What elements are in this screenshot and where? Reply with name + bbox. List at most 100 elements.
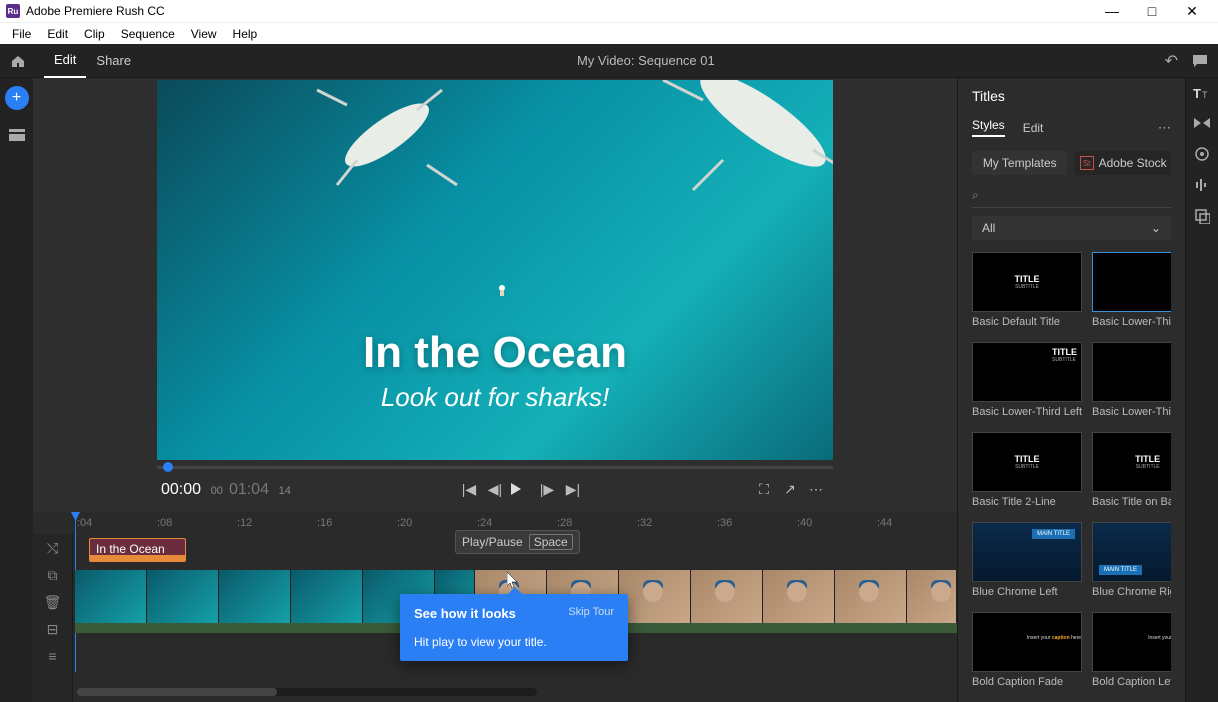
template-card[interactable]: MAIN TITLEBlue Chrome Left	[972, 522, 1082, 602]
stock-icon: St	[1080, 156, 1094, 170]
search-icon: ⌕	[972, 188, 979, 203]
tooltip-shortcut: Space	[529, 534, 573, 550]
template-label: Basic Title on Backg...	[1092, 496, 1171, 508]
template-label: Basic Lower-Third Left	[972, 406, 1082, 418]
app-name: Adobe Premiere Rush CC	[26, 4, 165, 18]
template-label: Bold Caption Fade	[972, 676, 1082, 688]
app-logo-icon: Ru	[6, 4, 20, 18]
template-card[interactable]: TITLESUBTITLEBasic Title 2-Line	[972, 432, 1082, 512]
template-search-input[interactable]	[983, 183, 1171, 207]
panel-tab-edit[interactable]: Edit	[1023, 121, 1044, 135]
project-panel-button[interactable]	[6, 124, 28, 146]
duration-time: 01:04 14	[229, 479, 291, 499]
audio-tool-button[interactable]	[1194, 178, 1210, 192]
menubar: File Edit Clip Sequence View Help	[0, 22, 1218, 44]
title-line2: Look out for sharks!	[157, 382, 833, 413]
track-list-button[interactable]: ≡	[48, 648, 56, 664]
appbar: Edit Share My Video: Sequence 01 ↶	[0, 44, 1218, 78]
comment-icon[interactable]	[1192, 54, 1208, 68]
scrubber-playhead[interactable]	[163, 462, 173, 472]
template-label: Bold Caption Left-to...	[1092, 676, 1171, 688]
expand-tracks-button[interactable]: ⊟	[47, 621, 59, 638]
template-card[interactable]: Insert your caption hereBold Caption Lef…	[1092, 612, 1171, 692]
template-card[interactable]: Insert your caption hereBold Caption Fad…	[972, 612, 1082, 692]
panel-more-button[interactable]: ⋯	[1158, 120, 1171, 136]
template-filter-dropdown[interactable]: All ⌄	[972, 216, 1171, 240]
template-label: Blue Chrome Right	[1092, 586, 1171, 598]
template-card[interactable]: TITLESUBTITLEBasic Lower-Third Left	[972, 342, 1082, 422]
timeline-toolbar: ⤭ ⧉ 🗑 ⊟ ≡	[33, 534, 73, 702]
timeline-scrollbar[interactable]	[77, 688, 537, 696]
go-to-end-button[interactable]: ▶|	[560, 481, 586, 498]
coach-body: Hit play to view your title.	[414, 635, 614, 649]
template-label: Basic Lower-Third Ri...	[1092, 406, 1171, 418]
template-label: Basic Default Title	[972, 316, 1082, 328]
transform-tool-button[interactable]	[1194, 208, 1210, 224]
template-label: Basic Lower-Third C...	[1092, 316, 1171, 328]
window-close-button[interactable]: ✕	[1172, 3, 1212, 20]
coach-title: See how it looks	[414, 606, 516, 621]
scrubber[interactable]	[157, 466, 833, 469]
fullscreen-button[interactable]: ⛶	[751, 481, 777, 498]
color-tool-button[interactable]	[1194, 146, 1210, 162]
my-templates-button[interactable]: My Templates	[972, 151, 1067, 175]
current-time: 00:00 00	[161, 479, 223, 499]
coach-skip-link[interactable]: Skip Tour	[568, 606, 614, 621]
titles-panel: Titles Styles Edit ⋯ My Templates StAdob…	[957, 78, 1185, 702]
document-title: My Video: Sequence 01	[141, 53, 1150, 68]
step-forward-button[interactable]: |▶	[534, 481, 560, 498]
menu-sequence[interactable]: Sequence	[113, 25, 183, 43]
left-toolbar: +	[0, 78, 33, 702]
svg-text:T: T	[1193, 86, 1201, 100]
menu-edit[interactable]: Edit	[39, 25, 76, 43]
add-media-button[interactable]: +	[5, 86, 29, 110]
playback-controls: 00:00 00 01:04 14 |◀ ◀| |▶ ▶| ⛶ ↗ ⋯	[157, 469, 833, 509]
tooltip-label: Play/Pause	[462, 535, 523, 549]
swimmer-graphic	[495, 283, 509, 297]
transitions-tool-button[interactable]	[1194, 116, 1210, 130]
title-clip[interactable]: In the Ocean	[89, 538, 186, 562]
template-card[interactable]: MAIN TITLEBlue Chrome Right	[1092, 522, 1171, 602]
play-button[interactable]	[508, 482, 534, 496]
duplicate-button[interactable]: ⧉	[48, 567, 58, 584]
window-maximize-button[interactable]: □	[1132, 3, 1172, 19]
titles-tool-button[interactable]: TT	[1193, 86, 1211, 100]
template-card[interactable]: TITLESUBTITLEBasic Lower-Third Ri...	[1092, 342, 1171, 422]
panel-heading: Titles	[972, 88, 1171, 104]
boat-graphic	[633, 80, 833, 210]
title-line1: In the Ocean	[157, 328, 833, 378]
loop-button[interactable]: ↗	[777, 481, 803, 498]
window-titlebar: Ru Adobe Premiere Rush CC — □ ✕	[0, 0, 1218, 22]
right-toolbar: TT	[1185, 78, 1218, 702]
step-back-button[interactable]: ◀|	[482, 481, 508, 498]
delete-button[interactable]: 🗑	[44, 594, 62, 611]
shuffle-button[interactable]: ⤭	[47, 540, 58, 557]
title-overlay: In the Ocean Look out for sharks!	[157, 328, 833, 413]
home-icon[interactable]	[10, 53, 26, 69]
coach-popup: See how it looks Skip Tour Hit play to v…	[400, 594, 628, 661]
menu-file[interactable]: File	[4, 25, 39, 43]
undo-icon[interactable]: ↶	[1165, 51, 1178, 71]
template-label: Blue Chrome Left	[972, 586, 1082, 598]
adobe-stock-button[interactable]: StAdobe Stock	[1075, 151, 1170, 175]
chevron-down-icon: ⌄	[1151, 221, 1161, 235]
go-to-start-button[interactable]: |◀	[456, 481, 482, 498]
panel-tab-styles[interactable]: Styles	[972, 118, 1005, 137]
menu-view[interactable]: View	[183, 25, 225, 43]
template-card[interactable]: TITLESUBTITLEBasic Lower-Third C...	[1092, 252, 1171, 332]
tab-share[interactable]: Share	[86, 44, 141, 78]
play-tooltip: Play/Pause Space	[455, 530, 580, 554]
window-minimize-button[interactable]: —	[1092, 3, 1132, 19]
template-card[interactable]: TITLESUBTITLEBasic Title on Backg...	[1092, 432, 1171, 512]
center-area: In the Ocean Look out for sharks! 00:00 …	[33, 78, 957, 702]
menu-help[interactable]: Help	[225, 25, 266, 43]
tab-edit[interactable]: Edit	[44, 44, 86, 78]
template-label: Basic Title 2-Line	[972, 496, 1082, 508]
boat-graphic	[297, 85, 477, 205]
svg-text:T: T	[1202, 90, 1208, 100]
scrollbar-handle[interactable]	[77, 688, 277, 696]
video-preview[interactable]: In the Ocean Look out for sharks!	[157, 80, 833, 460]
more-options-button[interactable]: ⋯	[803, 481, 829, 498]
template-card[interactable]: TITLESUBTITLEBasic Default Title	[972, 252, 1082, 332]
menu-clip[interactable]: Clip	[76, 25, 113, 43]
